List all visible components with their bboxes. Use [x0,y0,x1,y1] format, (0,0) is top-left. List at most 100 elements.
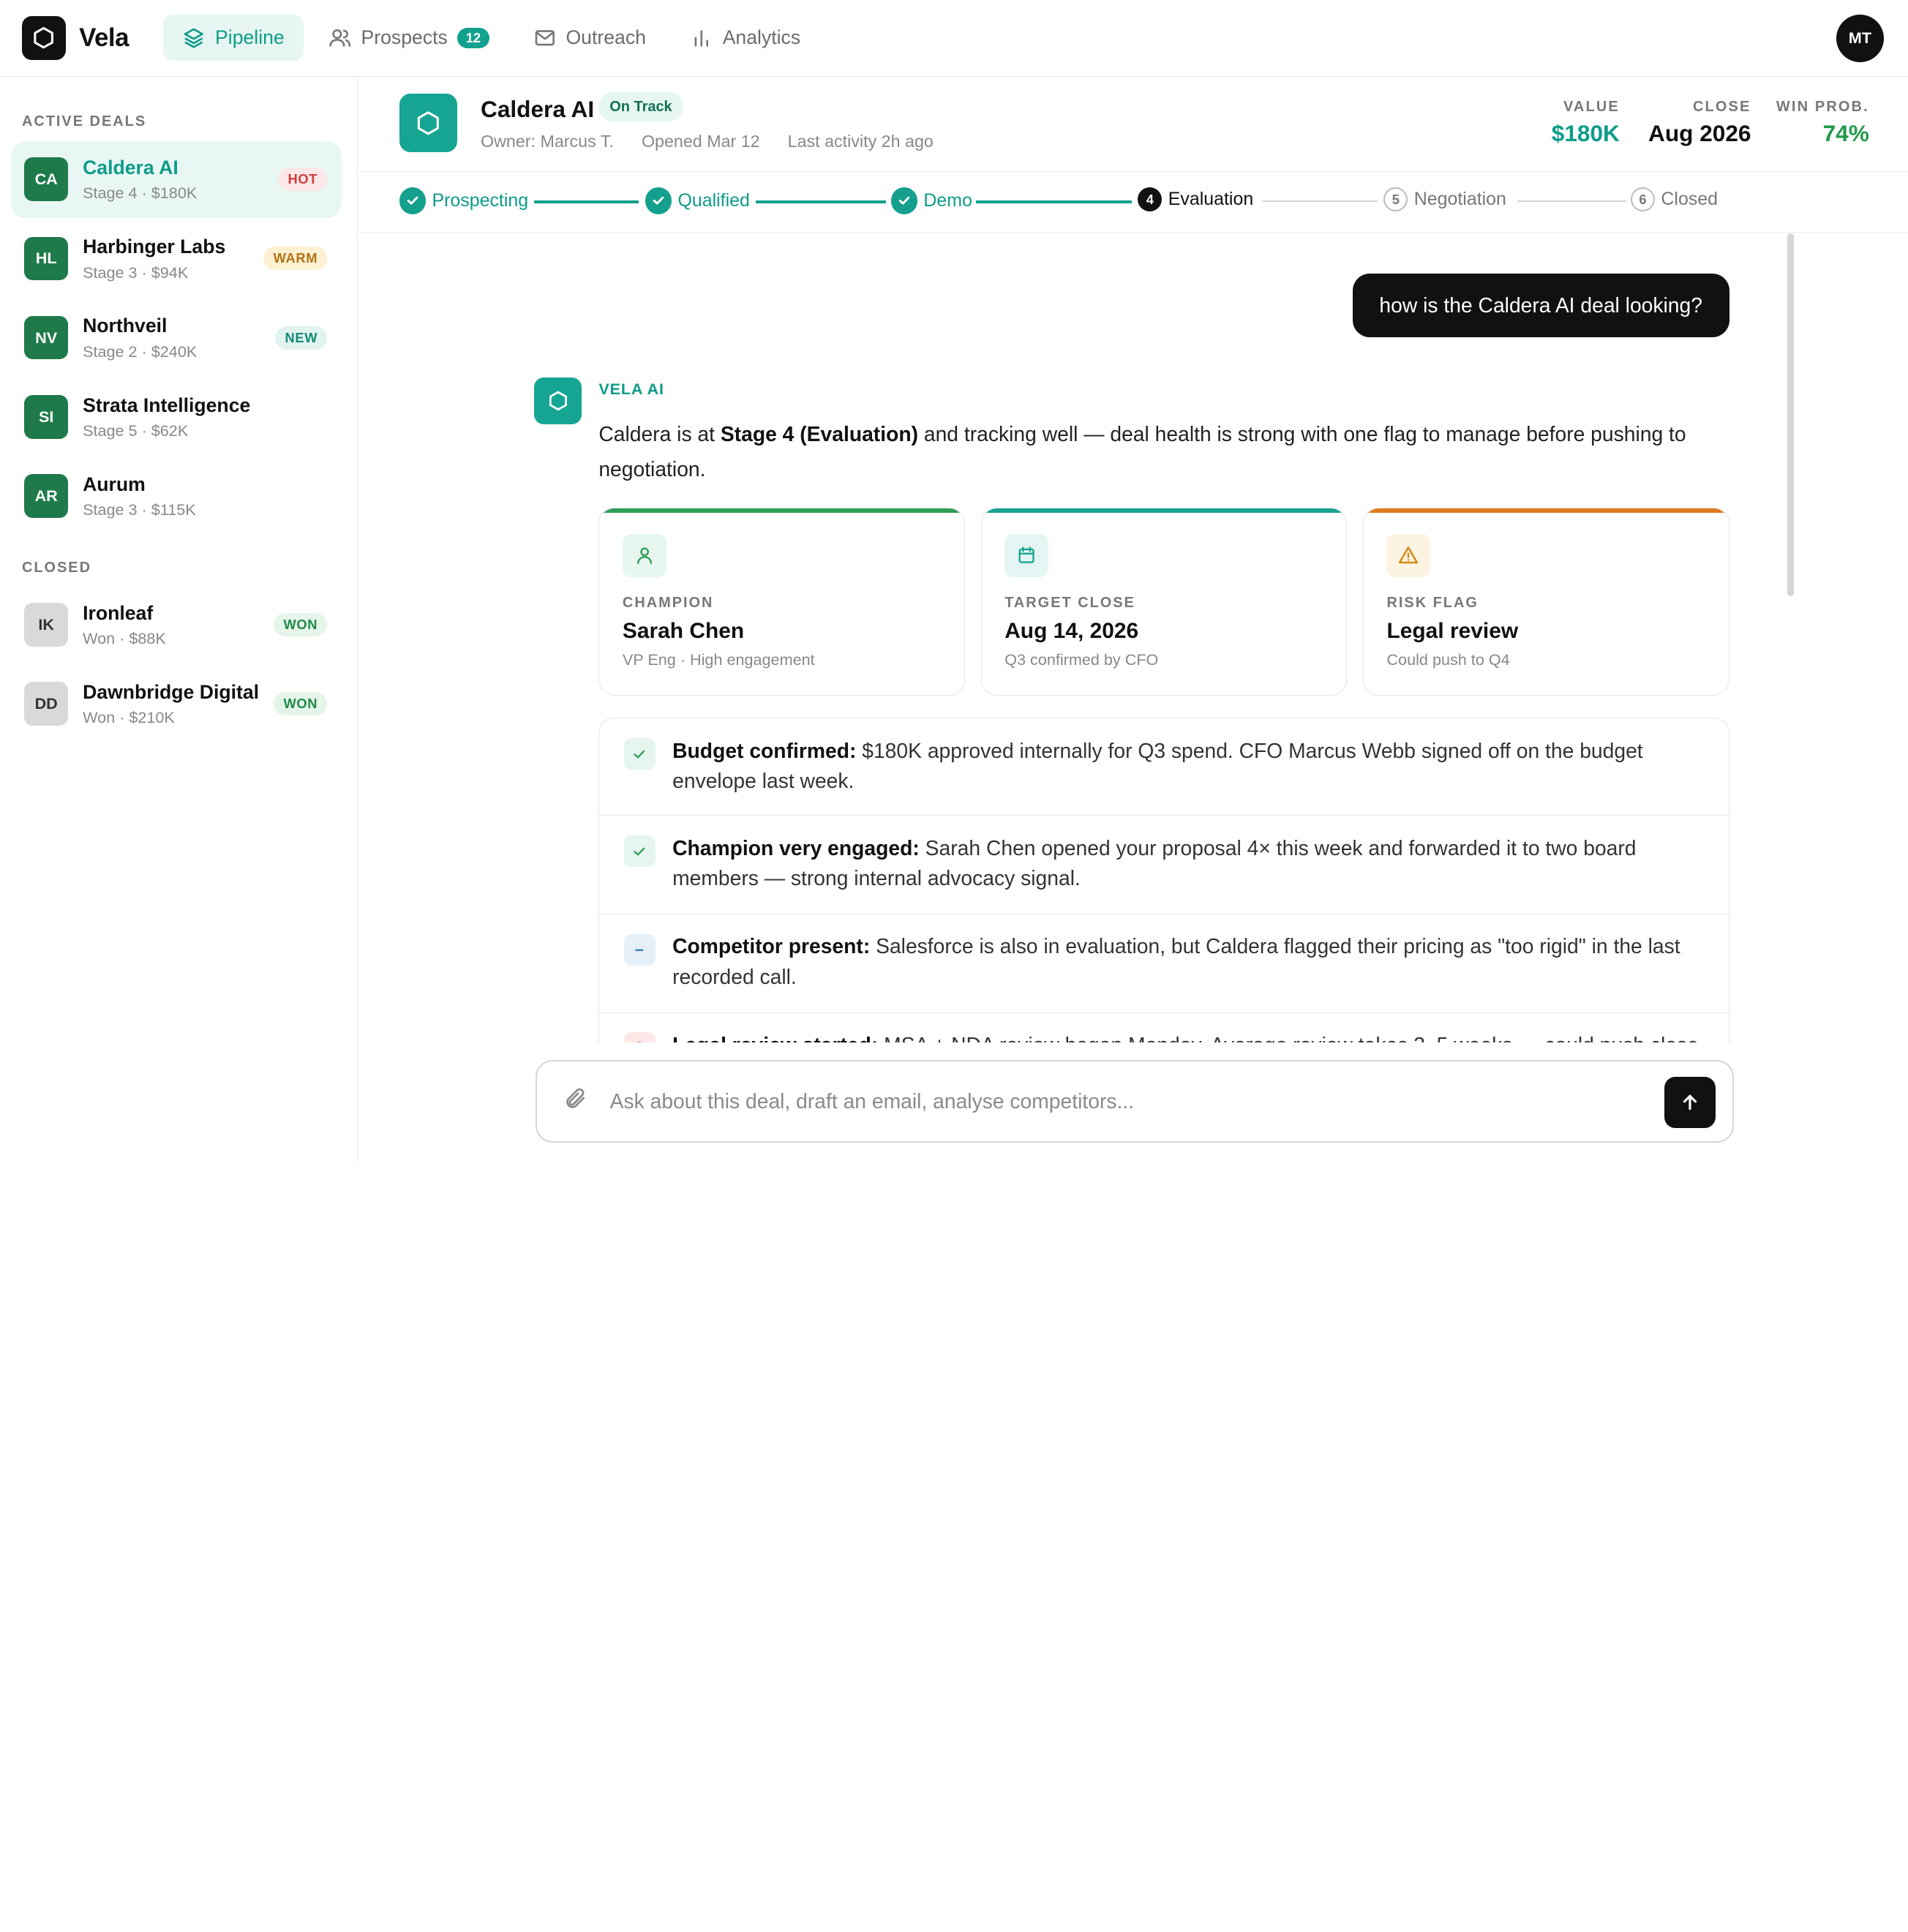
metric-label: VALUE [1563,98,1620,115]
status-badge-won: WON [274,692,328,716]
user-message-bubble: how is the Caldera AI deal looking? [1352,274,1729,337]
user-avatar[interactable]: MT [1836,14,1884,62]
minus-icon [623,933,656,966]
target-close-card: TARGET CLOSE Aug 14, 2026 Q3 confirmed b… [980,507,1348,696]
metric-win-probability: WIN PROB. 74% [1776,99,1869,148]
stage-number: 6 [1630,187,1656,212]
send-button[interactable] [1664,1077,1716,1129]
deal-name: Strata Intelligence [83,394,251,416]
deal-item-dawnbridge-digital[interactable]: DD Dawnbridge Digital Won · $210K WON [11,666,342,743]
card-accent-bar [599,508,964,514]
deal-name: Harbinger Labs [83,236,226,258]
card-label: TARGET CLOSE [1004,594,1135,611]
stepper-line [755,200,886,203]
deal-name: Dawnbridge Digital [83,681,260,704]
deal-item-aurum[interactable]: AR Aurum Stage 3 · $115K [11,457,342,534]
metric-close: CLOSE Aug 2026 [1648,99,1751,148]
sidebar: ACTIVE DEALS CA Caldera AI Stage 4 · $18… [0,76,358,1162]
card-value: Legal review [1386,618,1519,643]
nav-tab-analytics[interactable]: Analytics [670,15,820,61]
deal-avatar: SI [24,394,69,439]
deal-avatar: CA [24,157,69,202]
finding-item-competitor: Competitor present: Salesforce is also i… [599,914,1729,1013]
active-deals-heading: ACTIVE DEALS [21,113,147,129]
deal-title: Caldera AI [481,96,595,123]
paperclip-icon[interactable] [563,1086,587,1116]
deal-subtitle: Stage 2 · $240K [83,342,198,361]
deal-avatar: HL [24,236,69,281]
deal-item-harbinger-labs[interactable]: HL Harbinger Labs Stage 3 · $94K WARM [11,220,342,297]
deal-opened: Opened Mar 12 [641,131,760,151]
findings-list: Budget confirmed: $180K approved interna… [598,718,1729,1043]
deal-subtitle: Stage 3 · $94K [83,263,189,282]
closed-deals-heading: CLOSED [21,560,91,576]
nav-tab-outreach[interactable]: Outreach [514,15,666,61]
deal-avatar: IK [24,603,69,647]
champion-card: CHAMPION Sarah Chen VP Eng · High engage… [598,507,965,696]
deal-logo-icon [399,94,458,152]
stage-label: Demo [923,189,972,211]
logo-icon[interactable] [21,15,66,60]
check-icon [623,737,656,770]
metric-number: Aug 2026 [1648,120,1751,147]
ai-message-intro: Caldera is at Stage 4 (Evaluation) and t… [598,416,1706,486]
stage-qualified[interactable]: Qualified [645,187,750,214]
calendar-icon [1004,533,1049,578]
stage-label: Prospecting [432,189,529,211]
deal-item-caldera-ai[interactable]: CA Caldera AI Stage 4 · $180K HOT [10,140,342,218]
deal-subtitle: Stage 3 · $115K [83,500,196,519]
ai-sender-label: VELA AI [598,379,664,398]
stage-label: Closed [1661,189,1719,210]
deal-item-ironleaf[interactable]: IK Ironleaf Won · $88K WON [11,587,342,664]
deal-meta: Owner: Marcus T. Opened Mar 12 Last acti… [481,132,956,151]
mail-icon [535,30,555,46]
nav-tab-pipeline[interactable]: Pipeline [162,15,304,61]
metric-value: VALUE $180K [1552,99,1620,148]
stage-demo[interactable]: Demo [890,187,972,214]
metric-number: 74% [1822,120,1869,147]
deal-last-activity: Last activity 2h ago [787,131,934,151]
deal-item-northveil[interactable]: NV Northveil Stage 2 · $240K NEW [11,299,342,376]
stage-stepper: Prospecting Qualified Demo 4 Evaluation … [358,172,1908,233]
check-icon [645,187,672,214]
stage-number: 4 [1138,187,1163,212]
chat-composer [535,1059,1735,1143]
deal-subtitle: Won · $210K [83,708,175,727]
deal-avatar: DD [24,682,69,726]
finding-item-budget: Budget confirmed: $180K approved interna… [599,718,1729,816]
nav-tab-label: Analytics [722,26,801,49]
nav-tab-prospects[interactable]: Prospects 12 [309,15,508,61]
stage-prospecting[interactable]: Prospecting [399,187,529,214]
deal-item-strata-intelligence[interactable]: SI Strata Intelligence Stage 5 · $62K [11,378,342,455]
stepper-line [1517,200,1627,203]
deal-status-badge: On Track [598,92,683,122]
status-badge-new: NEW [275,326,328,350]
stage-closed[interactable]: 6 Closed [1630,187,1719,212]
check-icon [890,187,918,214]
stepper-line [534,200,639,203]
users-icon [328,29,350,47]
stage-label: Negotiation [1413,189,1506,210]
risk-flag-card: RISK FLAG Legal review Could push to Q4 [1362,507,1729,696]
card-subtitle: Could push to Q4 [1386,650,1510,669]
chat-scrollbar[interactable] [1787,233,1794,596]
deal-subtitle: Won · $88K [83,629,166,648]
nav-tab-label: Outreach [566,26,646,49]
stepper-line [975,200,1132,203]
deal-name: Aurum [83,473,146,495]
user-icon [622,533,666,578]
stage-number: 5 [1383,187,1408,212]
metric-label: CLOSE [1692,98,1751,115]
metric-number: $180K [1551,120,1620,147]
bar-chart-icon [694,30,708,47]
stage-negotiation[interactable]: 5 Negotiation [1383,187,1506,212]
status-badge-hot: HOT [278,168,328,192]
app-root: Vela Pipeline Prospects 12 Outreach Anal… [0,0,1908,1162]
layers-icon [184,28,204,48]
card-accent-bar [981,508,1347,514]
status-badge-won: WON [274,613,328,637]
stage-evaluation[interactable]: 4 Evaluation [1138,187,1253,212]
card-subtitle: VP Eng · High engagement [622,650,815,669]
nav-tab-label: Prospects [361,26,448,49]
chat-input[interactable] [609,1089,1632,1113]
